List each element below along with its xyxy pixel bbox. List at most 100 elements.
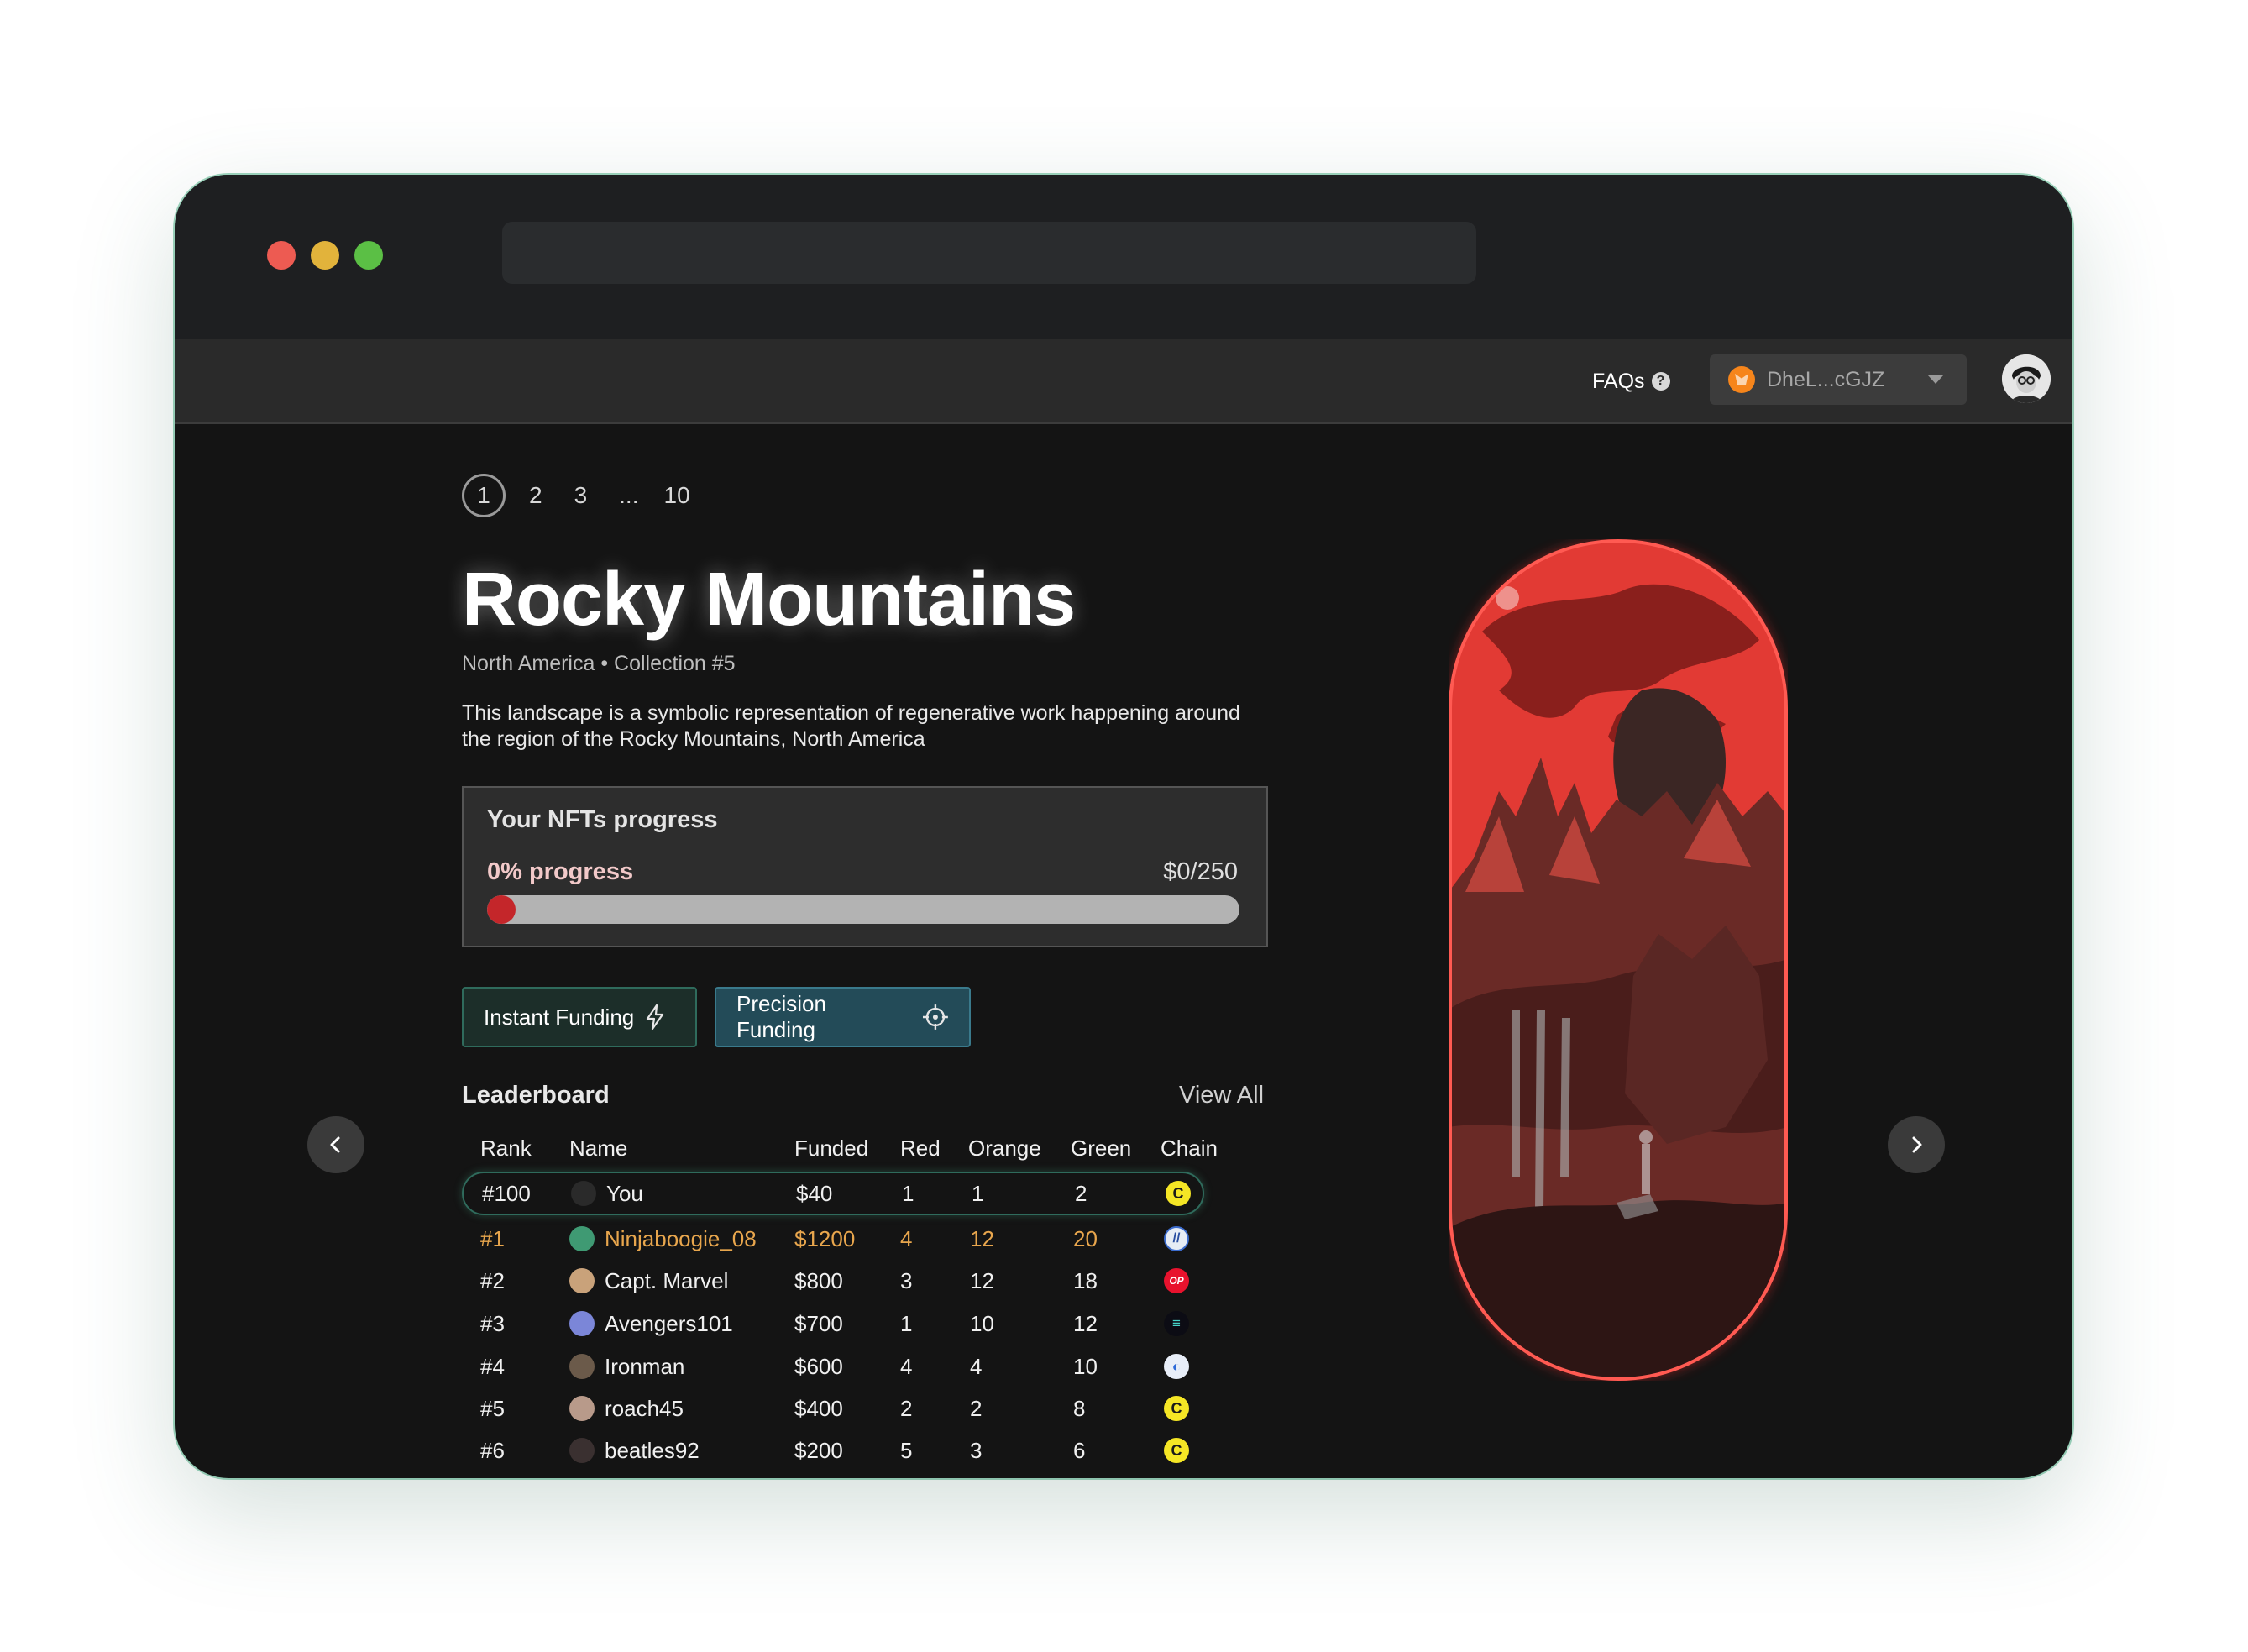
table-row[interactable]: #5 roach45 $400 2 2 8 C: [462, 1387, 1204, 1430]
view-all-link[interactable]: View All: [1179, 1082, 1264, 1109]
name-cell: beatles92: [569, 1429, 700, 1472]
name-cell: Ninjaboogie_08: [569, 1217, 757, 1261]
chain-cell: ◐: [1164, 1345, 1189, 1388]
top-navbar: FAQs ? DheL...cGJZ: [175, 339, 2072, 424]
chain-cell: C: [1164, 1387, 1189, 1430]
user-avatar[interactable]: [2002, 354, 2051, 403]
table-row[interactable]: #1 Ninjaboogie_08 $1200 4 12 20 //: [462, 1217, 1204, 1261]
name-cell: You: [571, 1172, 643, 1215]
maximize-window-button[interactable]: [354, 241, 383, 270]
page-2-button[interactable]: 2: [529, 482, 542, 509]
green-count-cell: 18: [1073, 1267, 1098, 1293]
table-row[interactable]: #3 Avengers101 $700 1 10 12 ≡: [462, 1302, 1204, 1345]
column-header-orange: Orange: [968, 1135, 1041, 1161]
column-header-rank: Rank: [480, 1135, 532, 1161]
wallet-address: DheL...cGJZ: [1767, 367, 1885, 391]
instant-funding-button[interactable]: Instant Funding: [462, 987, 697, 1047]
orange-count-cell: 12: [970, 1225, 994, 1251]
progress-percent: 0% progress: [487, 858, 634, 885]
column-header-red: Red: [900, 1135, 941, 1161]
name-text: Avengers101: [605, 1310, 733, 1336]
chain-cell: //: [1164, 1217, 1189, 1261]
avatar: [569, 1396, 595, 1421]
nft-progress-card: Your NFTs progress 0% progress $0/250: [462, 786, 1268, 947]
collection-subtitle: North America • Collection #5: [462, 652, 736, 675]
avatar: [571, 1181, 596, 1206]
progress-title: Your NFTs progress: [487, 806, 718, 833]
precision-funding-button[interactable]: Precision Funding: [715, 987, 971, 1047]
progress-bar: [487, 895, 1239, 924]
column-header-name: Name: [569, 1135, 628, 1161]
page-1-button[interactable]: 1: [462, 474, 506, 517]
red-count-cell: 4: [900, 1225, 913, 1251]
chevron-left-icon: [330, 1136, 340, 1153]
precision-funding-label: Precision Funding: [736, 991, 826, 1042]
rocky-mountains-nft-artwork: [1449, 539, 1788, 1381]
orange-count-cell: 10: [970, 1310, 994, 1336]
name-text: beatles92: [605, 1437, 700, 1463]
funded-cell: $400: [794, 1395, 843, 1421]
metamask-fox-icon: [1728, 366, 1755, 393]
red-count-cell: 3: [900, 1267, 913, 1293]
red-count-cell: 2: [900, 1395, 913, 1421]
celo-icon: C: [1164, 1396, 1189, 1421]
funded-cell: $200: [794, 1437, 843, 1463]
red-count-cell: 4: [900, 1353, 913, 1379]
progress-bar-fill: [487, 895, 516, 924]
name-text: Ninjaboogie_08: [605, 1225, 757, 1251]
green-count-cell: 12: [1073, 1310, 1098, 1336]
orange-count-cell: 4: [970, 1353, 983, 1379]
collection-title: Rocky Mountains: [462, 558, 1076, 642]
avatar: [569, 1268, 595, 1293]
celo-icon: C: [1164, 1438, 1189, 1463]
rank-cell: #1: [480, 1225, 505, 1251]
progress-amount: $0/250: [1163, 858, 1238, 885]
leaderboard-header: Rank Name Funded Red Orange Green Chain: [462, 1126, 1218, 1170]
solana-icon: ≡: [1164, 1311, 1189, 1336]
rank-cell: #2: [480, 1267, 505, 1293]
avatar: [569, 1311, 595, 1336]
orange-count-cell: 3: [970, 1437, 983, 1463]
close-window-button[interactable]: [267, 241, 296, 270]
name-cell: Avengers101: [569, 1302, 733, 1345]
chevron-down-icon: [1928, 375, 1943, 384]
name-text: You: [606, 1180, 643, 1206]
name-cell: Ironman: [569, 1345, 684, 1388]
browser-window: FAQs ? DheL...cGJZ 1 2 3 ... 10 Rocky Mo…: [175, 175, 2072, 1478]
avatar: [569, 1226, 595, 1251]
table-row[interactable]: #2 Capt. Marvel $800 3 12 18 OP: [462, 1259, 1204, 1303]
name-text: roach45: [605, 1395, 684, 1421]
collection-description: This landscape is a symbolic representat…: [462, 701, 1240, 751]
wallet-dropdown[interactable]: DheL...cGJZ: [1710, 354, 1967, 405]
funded-cell: $40: [796, 1180, 833, 1206]
leaderboard-row-you[interactable]: #100 You $40 1 1 2 C: [462, 1172, 1204, 1215]
previous-collection-button[interactable]: [307, 1116, 364, 1173]
collection-pagination: 1 2 3 ... 10: [462, 474, 722, 517]
ethereum-icon: ◐: [1164, 1354, 1189, 1379]
lightning-icon: [647, 1004, 664, 1030]
green-count-cell: 10: [1073, 1353, 1098, 1379]
address-bar[interactable]: [502, 222, 1476, 284]
faqs-link[interactable]: FAQs ?: [1592, 364, 1670, 398]
green-count-cell: 8: [1073, 1395, 1086, 1421]
rank-cell: #3: [480, 1310, 505, 1336]
table-row[interactable]: #4 Ironman $600 4 4 10 ◐: [462, 1345, 1204, 1388]
table-row[interactable]: #6 beatles92 $200 5 3 6 C: [462, 1429, 1204, 1472]
question-icon: ?: [1651, 372, 1670, 391]
avatar: [569, 1354, 595, 1379]
next-collection-button[interactable]: [1888, 1116, 1945, 1173]
name-text: Capt. Marvel: [605, 1267, 729, 1293]
green-count-cell: 6: [1073, 1437, 1086, 1463]
page-10-button[interactable]: 10: [664, 482, 690, 509]
rank-cell: #100: [482, 1180, 531, 1206]
minimize-window-button[interactable]: [311, 241, 339, 270]
pagination-ellipsis: ...: [619, 482, 639, 508]
instant-funding-label: Instant Funding: [484, 1004, 635, 1030]
page-3-button[interactable]: 3: [574, 482, 588, 509]
celo-icon: C: [1166, 1181, 1191, 1206]
red-count-cell: 5: [900, 1437, 913, 1463]
chain-cell: ≡: [1164, 1302, 1189, 1345]
column-header-chain: Chain: [1161, 1135, 1218, 1161]
funded-cell: $1200: [794, 1225, 856, 1251]
green-count-cell: 20: [1073, 1225, 1098, 1251]
